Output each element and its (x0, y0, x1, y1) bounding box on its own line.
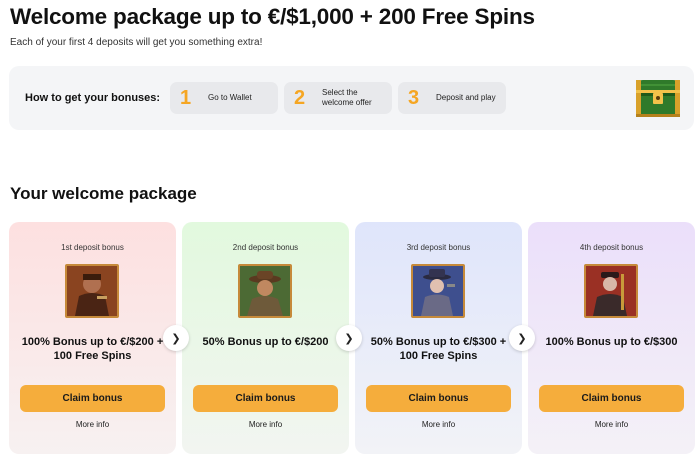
card-offer: 50% Bonus up to €/$300 + 100 Free Spins (370, 336, 507, 363)
chevron-right-icon[interactable]: ❯ (336, 325, 362, 351)
claim-bonus-button[interactable]: Claim bonus (366, 385, 511, 412)
step-go-to-wallet[interactable]: 1 Go to Wallet (170, 82, 278, 114)
how-to-label: How to get your bonuses: (25, 92, 161, 104)
claim-bonus-button[interactable]: Claim bonus (20, 385, 165, 412)
card-label: 2nd deposit bonus (232, 243, 299, 252)
step-select-offer[interactable]: 2 Select the welcome offer (284, 82, 392, 114)
bonus-card-4: 4th deposit bonus 100% Bonus up to €/$30… (528, 222, 695, 454)
more-info-link[interactable]: More info (528, 420, 695, 429)
more-info-link[interactable]: More info (355, 420, 522, 429)
step-text: Deposit and play (436, 93, 496, 103)
card-offer: 50% Bonus up to €/$200 (202, 336, 329, 348)
card-label: 3rd deposit bonus (406, 243, 471, 252)
card-offer: 100% Bonus up to €/$200 + 100 Free Spins (21, 336, 164, 363)
how-to-panel: How to get your bonuses: 1 Go to Wallet … (9, 66, 694, 130)
card-offer: 100% Bonus up to €/$300 (545, 336, 678, 348)
more-info-link[interactable]: More info (182, 420, 349, 429)
step-number: 1 (180, 87, 192, 109)
step-text: Select the welcome offer (322, 88, 372, 107)
character-avatar (584, 264, 638, 318)
card-label: 1st deposit bonus (61, 243, 124, 252)
bonus-card-3: 3rd deposit bonus 50% Bonus up to €/$300… (355, 222, 522, 454)
section-title: Your welcome package (10, 184, 197, 203)
character-avatar (411, 264, 465, 318)
page-title: Welcome package up to €/$1,000 + 200 Fre… (10, 4, 535, 29)
step-deposit-and-play[interactable]: 3 Deposit and play (398, 82, 506, 114)
step-text: Go to Wallet (208, 93, 252, 103)
claim-bonus-button[interactable]: Claim bonus (193, 385, 338, 412)
step-number: 3 (408, 87, 420, 109)
chevron-right-icon[interactable]: ❯ (163, 325, 189, 351)
treasure-chest-icon (636, 80, 680, 117)
page-subtitle: Each of your first 4 deposits will get y… (10, 37, 263, 48)
more-info-link[interactable]: More info (9, 420, 176, 429)
bonus-card-2: 2nd deposit bonus 50% Bonus up to €/$200… (182, 222, 349, 454)
card-label: 4th deposit bonus (579, 243, 644, 252)
character-avatar (65, 264, 119, 318)
bonus-card-1: 1st deposit bonus 100% Bonus up to €/$20… (9, 222, 176, 454)
character-avatar (238, 264, 292, 318)
step-number: 2 (294, 87, 306, 109)
chevron-right-icon[interactable]: ❯ (509, 325, 535, 351)
claim-bonus-button[interactable]: Claim bonus (539, 385, 684, 412)
